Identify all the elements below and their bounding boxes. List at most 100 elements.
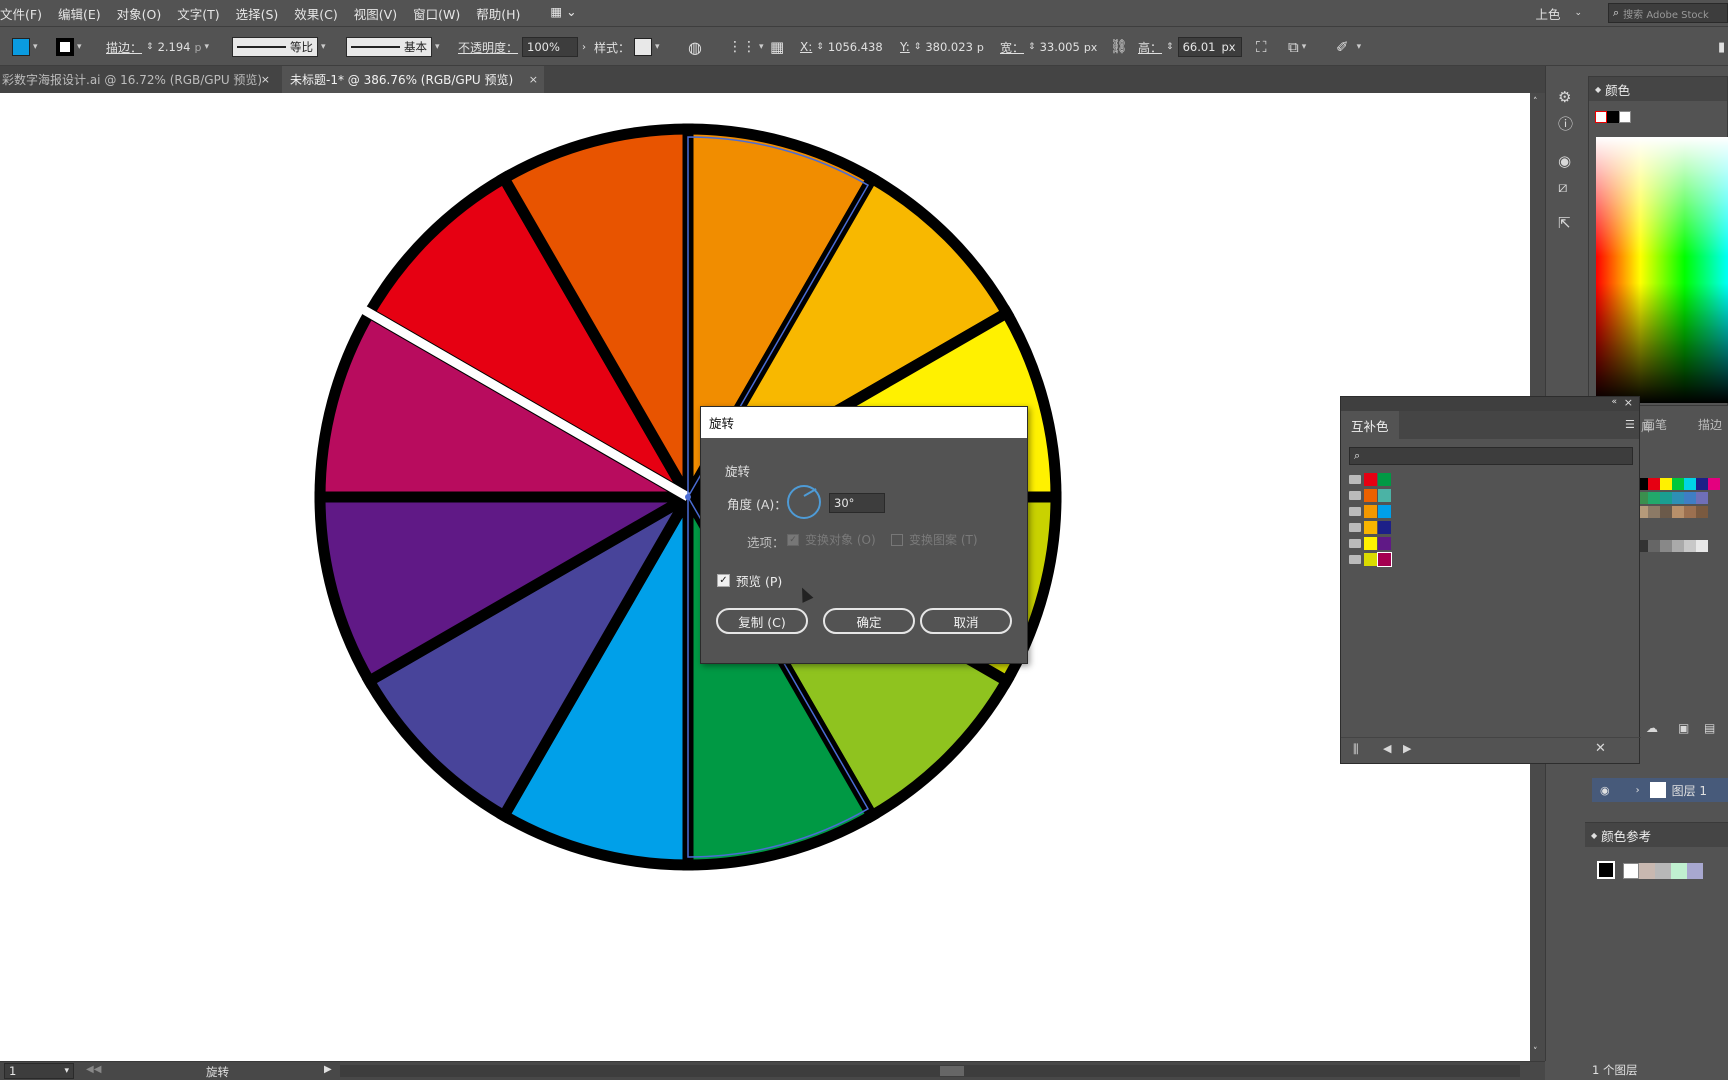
tab-stroke[interactable]: 描边 xyxy=(1698,416,1722,433)
none-swatch[interactable] xyxy=(1595,111,1607,123)
menu-item-7[interactable]: 窗口(W) xyxy=(405,4,468,23)
align-icon[interactable]: ⋮⋮ ▾ xyxy=(728,37,764,57)
brush-definition-field[interactable]: 基本 xyxy=(346,37,432,57)
height-label[interactable]: 高： xyxy=(1138,39,1162,56)
close-icon[interactable]: × xyxy=(529,73,538,86)
swatch[interactable] xyxy=(1377,551,1392,567)
swatch[interactable] xyxy=(1648,506,1660,518)
tab-document-2[interactable]: 未标题-1* @ 386.76% (RGB/GPU 预览) × xyxy=(282,66,544,93)
stroke-weight-chevron-icon[interactable]: ▾ xyxy=(204,42,209,52)
profile-chevron-icon[interactable]: ▾ xyxy=(321,42,326,52)
collapse-panel-icon[interactable]: « xyxy=(1611,397,1617,407)
graphic-style-swatch[interactable] xyxy=(634,38,653,56)
tab-brushes[interactable]: 画笔 xyxy=(1643,416,1667,433)
swatch[interactable] xyxy=(1672,478,1684,490)
horizontal-scrollbar[interactable] xyxy=(340,1065,1520,1077)
y-label[interactable]: Y: xyxy=(900,40,910,54)
expand-chevron-icon[interactable]: › xyxy=(1636,785,1640,796)
swatch[interactable] xyxy=(1684,492,1696,504)
opacity-chevron-right-icon[interactable]: › xyxy=(582,42,586,53)
color-spectrum[interactable] xyxy=(1596,137,1728,403)
cloud-icon[interactable]: ☁ xyxy=(1646,722,1658,734)
menu-item-4[interactable]: 选择(S) xyxy=(228,4,287,23)
swatch[interactable] xyxy=(1684,506,1696,518)
first-artboard-icon[interactable]: ◀◀ xyxy=(86,1064,101,1075)
swatch-group-row[interactable] xyxy=(1349,503,1392,519)
swatch-group-row[interactable] xyxy=(1349,535,1392,551)
angle-dial-icon[interactable] xyxy=(787,485,821,519)
layer-row[interactable]: ◉ › 图层 1 xyxy=(1592,778,1728,802)
swatch[interactable] xyxy=(1378,472,1391,486)
swatch[interactable] xyxy=(1648,492,1660,504)
recolor-artwork-icon[interactable]: ◍ xyxy=(688,37,702,57)
new-group-icon[interactable]: ▣ xyxy=(1678,722,1689,734)
menu-item-3[interactable]: 文字(T) xyxy=(169,4,227,23)
next-icon[interactable]: ▶ xyxy=(1403,743,1411,754)
cancel-button[interactable]: 取消 xyxy=(920,608,1012,634)
preview-option[interactable]: ✓ 预览 (P) xyxy=(717,571,782,590)
swatch[interactable] xyxy=(1378,520,1391,534)
menu-item-8[interactable]: 帮助(H) xyxy=(468,4,528,23)
swatch[interactable] xyxy=(1672,540,1684,552)
swatch[interactable] xyxy=(1660,492,1672,504)
tab-complement[interactable]: 互补色 xyxy=(1341,411,1399,439)
swatch[interactable] xyxy=(1708,478,1720,490)
swatch[interactable] xyxy=(1684,540,1696,552)
brush-chevron-icon[interactable]: ▾ xyxy=(435,42,440,52)
width-stepper-icon[interactable]: ⇕ xyxy=(1028,42,1036,52)
status-menu-icon[interactable]: ▶ xyxy=(324,1064,332,1075)
y-stepper-icon[interactable]: ⇕ xyxy=(914,42,922,52)
appearance-icon[interactable]: ◉ xyxy=(1558,154,1571,169)
black-swatch[interactable] xyxy=(1607,111,1619,123)
trash-icon[interactable]: ▤ xyxy=(1704,722,1715,734)
x-stepper-icon[interactable]: ⇕ xyxy=(816,42,824,52)
panel-menu-icon[interactable]: ▮ xyxy=(1718,37,1725,57)
swatch-group-row[interactable] xyxy=(1349,519,1392,535)
workspace-chevron-down-icon[interactable]: ⌄ xyxy=(1574,8,1582,18)
fill-swatch[interactable] xyxy=(12,38,30,56)
swatch[interactable] xyxy=(1364,536,1377,550)
menu-item-2[interactable]: 对象(O) xyxy=(109,4,170,23)
export-icon[interactable]: ⇱ xyxy=(1558,216,1571,231)
panel-menu-icon[interactable]: ☰ xyxy=(1625,418,1635,431)
swatch[interactable] xyxy=(1696,492,1708,504)
close-icon[interactable]: × xyxy=(1624,396,1633,409)
isolate-icon[interactable]: ⧉ ▾ xyxy=(1288,37,1306,57)
height-field[interactable]: 66.01 px xyxy=(1177,37,1242,57)
stroke-stepper-icon[interactable]: ⇕ xyxy=(146,42,154,52)
swatch[interactable] xyxy=(1378,536,1391,550)
dialog-titlebar[interactable]: 旋转 xyxy=(701,407,1027,438)
workspace-layout-icon[interactable]: ▦ ⌄ xyxy=(542,4,584,23)
reference-point-icon[interactable]: ▦ xyxy=(770,37,784,57)
swatch[interactable] xyxy=(1364,488,1377,502)
menu-item-6[interactable]: 视图(V) xyxy=(346,4,405,23)
menu-item-0[interactable]: 文件(F) xyxy=(0,4,50,23)
scroll-thumb[interactable] xyxy=(940,1066,964,1076)
width-field[interactable]: 33.005 xyxy=(1040,40,1080,54)
workspace-switcher[interactable]: 上色 xyxy=(1535,4,1560,23)
transform-patterns-option[interactable]: 变换图案 (T) xyxy=(891,531,978,548)
swatch-group-row[interactable] xyxy=(1349,471,1392,487)
white-swatch[interactable] xyxy=(1619,111,1631,123)
swatch-search-input[interactable]: ⌕ xyxy=(1349,447,1633,465)
swatch[interactable] xyxy=(1364,520,1377,534)
gear-icon[interactable]: ⚙ xyxy=(1558,90,1571,105)
base-color-swatch[interactable] xyxy=(1597,861,1615,879)
swatch[interactable] xyxy=(1660,506,1672,518)
swatch[interactable] xyxy=(1648,478,1660,490)
stroke-label[interactable]: 描边： xyxy=(106,39,142,56)
stroke-swatch[interactable] xyxy=(56,38,74,56)
scroll-up-icon[interactable]: ˄ xyxy=(1533,97,1538,107)
swatch-group-row[interactable] xyxy=(1349,551,1392,567)
transform-panel-icon[interactable]: ⧄ xyxy=(1558,180,1568,195)
swatch[interactable] xyxy=(1696,540,1708,552)
puppet-warp-icon[interactable]: ✐ ▾ xyxy=(1336,37,1361,57)
swatch[interactable] xyxy=(1364,472,1377,486)
copy-button[interactable]: 复制 (C) xyxy=(716,608,808,634)
scroll-down-icon[interactable]: ˅ xyxy=(1533,1047,1538,1057)
swatch[interactable] xyxy=(1696,478,1708,490)
swatch[interactable] xyxy=(1364,552,1377,566)
library-menu-icon[interactable]: ⫼ xyxy=(1353,743,1359,755)
swatch[interactable] xyxy=(1660,540,1672,552)
tab-document-1[interactable]: 彩数字海报设计.ai @ 16.72% (RGB/GPU 预览) × xyxy=(0,66,276,93)
